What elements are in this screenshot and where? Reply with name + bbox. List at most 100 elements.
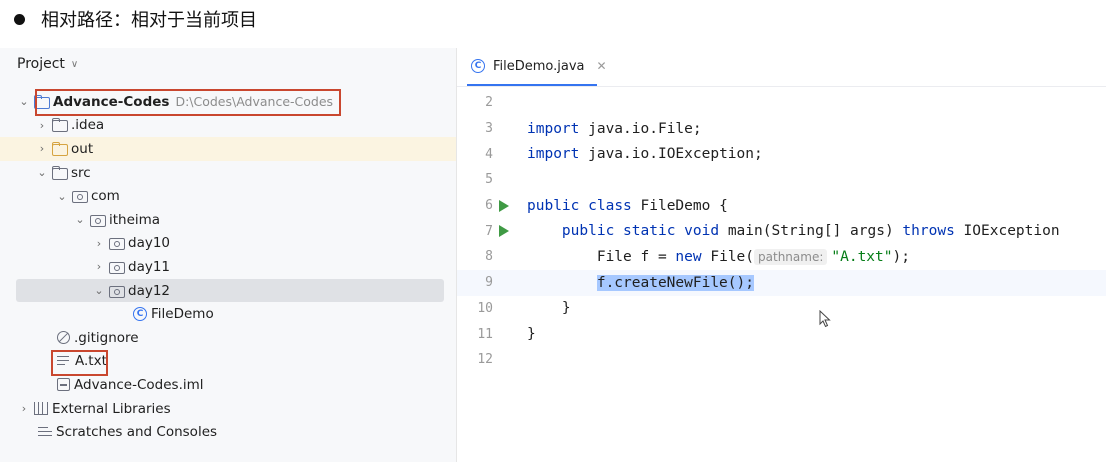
tree-item-iml[interactable]: Advance-Codes.iml — [0, 373, 456, 397]
chevron-right-icon[interactable]: › — [91, 237, 107, 250]
chevron-down-icon[interactable]: ∨ — [71, 59, 78, 70]
project-panel-header[interactable]: Project ∨ — [17, 56, 78, 72]
tree-item-label: .idea — [71, 117, 105, 134]
code-text: File f = — [596, 248, 676, 265]
code-text: ); — [892, 248, 910, 265]
mouse-cursor-icon — [819, 310, 831, 328]
chevron-right-icon[interactable]: › — [34, 142, 50, 155]
chevron-right-icon[interactable]: › — [34, 119, 50, 132]
tree-item-day11[interactable]: › day11 — [0, 255, 456, 279]
code-string: "A.txt" — [831, 248, 893, 265]
code-keyword: new — [675, 248, 702, 265]
tree-item-com[interactable]: ⌄ com — [0, 184, 456, 208]
code-area[interactable]: 2 3 import java.io.File; 4 import java.io.… — [457, 90, 1106, 373]
package-icon — [72, 189, 88, 204]
tree-item-label: out — [71, 140, 94, 157]
tree-item-scratches[interactable]: Scratches and Consoles — [0, 420, 456, 444]
source-folder-icon — [52, 165, 68, 180]
code-editor: C FileDemo.java ✕ 2 3 import java.io.File… — [456, 48, 1106, 462]
highlight-box-a-txt — [51, 350, 108, 376]
line-number: 6 — [485, 198, 493, 214]
code-text: java.io.File; — [579, 120, 702, 137]
code-line: 4 import java.io.IOException; — [457, 141, 1106, 167]
java-class-icon: C — [471, 59, 485, 73]
code-text: File( — [701, 248, 755, 265]
code-keyword: import — [527, 146, 580, 163]
tree-item-external-libraries[interactable]: › External Libraries — [0, 397, 456, 421]
code-keyword: static — [623, 223, 676, 240]
tree-item-gitignore[interactable]: .gitignore — [0, 326, 456, 350]
tree-item-label: day11 — [128, 258, 171, 275]
tree-item-label: day12 — [128, 282, 171, 299]
code-line: 6 public class FileDemo { — [457, 193, 1106, 219]
line-number: 4 — [485, 146, 493, 162]
chevron-down-icon[interactable]: ⌄ — [72, 213, 88, 226]
code-text: main(String[] args) — [719, 223, 903, 240]
folder-icon — [52, 118, 68, 133]
selected-code: f.createNewFile(); — [596, 274, 754, 291]
code-line: 8 File f = new File(pathname: "A.txt"); — [457, 244, 1106, 270]
tree-item-out[interactable]: › out — [0, 137, 456, 161]
java-class-icon: C — [133, 307, 147, 322]
tree-item-idea[interactable]: › .idea — [0, 114, 456, 138]
heading-text: 相对路径：相对于当前项目 — [41, 10, 257, 31]
code-text: } — [561, 300, 571, 317]
line-number: 9 — [485, 275, 493, 291]
chevron-right-icon[interactable]: › — [91, 260, 107, 273]
project-tree: ⌄ Advance-Codes D:\Codes\Advance-Codes ›… — [0, 90, 456, 444]
code-keyword: void — [684, 223, 720, 240]
chevron-down-icon[interactable]: ⌄ — [91, 284, 107, 297]
tree-item-label: itheima — [109, 211, 161, 228]
code-line: 5 — [457, 167, 1106, 193]
line-number: 7 — [485, 223, 493, 239]
slide-heading: 相对路径：相对于当前项目 — [14, 4, 257, 34]
line-number: 12 — [477, 352, 493, 368]
code-line: 12 — [457, 347, 1106, 373]
chevron-down-icon[interactable]: ⌄ — [54, 190, 70, 203]
tab-bar-divider — [457, 86, 1106, 87]
tree-item-label: com — [91, 188, 120, 205]
editor-tab-filedemo[interactable]: C FileDemo.java ✕ — [469, 48, 607, 84]
line-number: 11 — [477, 326, 493, 342]
tree-item-label: day10 — [128, 235, 171, 252]
parameter-hint: pathname: — [754, 248, 828, 265]
tree-item-label: src — [71, 164, 91, 181]
tree-item-src[interactable]: ⌄ src — [0, 161, 456, 185]
line-number: 5 — [485, 172, 493, 188]
run-icon[interactable] — [499, 199, 509, 212]
code-keyword: class — [588, 197, 632, 214]
ignore-file-icon — [57, 331, 70, 345]
tree-item-label: Advance-Codes.iml — [74, 376, 204, 393]
tree-item-day10[interactable]: › day10 — [0, 232, 456, 256]
code-text: } — [527, 326, 536, 343]
code-line: 10 } — [457, 296, 1106, 322]
code-keyword: throws — [902, 223, 955, 240]
code-keyword: import — [527, 120, 580, 137]
package-icon — [90, 213, 106, 227]
code-text: FileDemo { — [631, 197, 728, 214]
tree-item-label: External Libraries — [52, 400, 171, 417]
code-keyword: public — [561, 223, 615, 240]
highlight-box-project-root — [35, 89, 341, 116]
code-line: 3 import java.io.File; — [457, 116, 1106, 142]
package-icon — [109, 284, 125, 298]
close-tab-icon[interactable]: ✕ — [597, 59, 607, 73]
tree-item-filedemo[interactable]: C FileDemo — [0, 302, 456, 326]
tree-item-itheima[interactable]: ⌄ itheima — [0, 208, 456, 232]
tree-item-label: .gitignore — [74, 329, 139, 346]
chevron-down-icon[interactable]: ⌄ — [34, 166, 50, 179]
run-icon[interactable] — [499, 225, 509, 238]
bullet-icon — [14, 13, 25, 25]
code-line: 2 — [457, 90, 1106, 116]
chevron-down-icon[interactable]: ⌄ — [16, 95, 32, 108]
code-keyword: public — [527, 197, 580, 214]
line-number: 3 — [485, 121, 493, 137]
scratches-icon — [38, 426, 53, 439]
tree-item-label: Scratches and Consoles — [56, 424, 218, 441]
tree-item-day12[interactable]: ⌄ day12 — [16, 278, 444, 303]
code-text: java.io.IOException; — [579, 146, 763, 163]
package-icon — [109, 260, 125, 274]
chevron-right-icon[interactable]: › — [16, 402, 32, 415]
line-number: 10 — [477, 300, 493, 316]
code-line: 11} — [457, 321, 1106, 347]
